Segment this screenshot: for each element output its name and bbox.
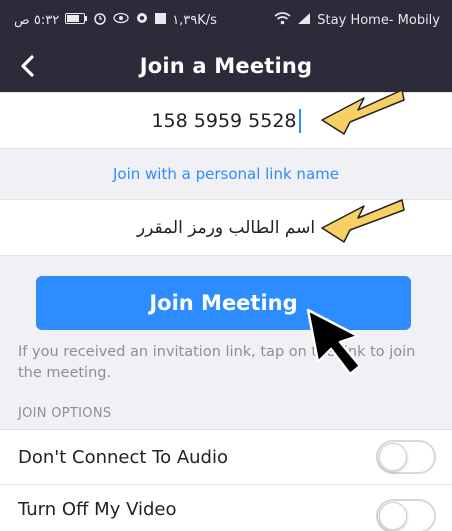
join-options-label: JOIN OPTIONS xyxy=(18,406,112,421)
invitation-hint: If you received an invitation link, tap … xyxy=(18,344,416,381)
back-button[interactable] xyxy=(10,48,44,84)
name-value: اسم الطالب ورمز المقرر xyxy=(136,217,316,238)
name-input[interactable]: اسم الطالب ورمز المقرر xyxy=(0,199,452,256)
meeting-id-value: 158 5959 5528 xyxy=(151,109,297,132)
eye-icon xyxy=(113,12,129,28)
personal-link-button[interactable]: Join with a personal link name xyxy=(0,149,452,199)
option-label-video: Turn Off My Video xyxy=(18,499,177,520)
nav-bar: Join a Meeting xyxy=(0,40,452,92)
option-row-video: Turn Off My Video xyxy=(0,485,452,531)
meeting-id-input[interactable]: 158 5959 5528 xyxy=(0,92,452,149)
page-title: Join a Meeting xyxy=(139,54,313,78)
status-left: ٥:٣٢ ص ١,٣٩K/s xyxy=(14,11,217,29)
status-right: Stay Home- Mobily xyxy=(274,11,440,29)
toggle-video[interactable] xyxy=(376,499,436,531)
chevron-left-icon xyxy=(21,55,34,77)
text-cursor xyxy=(298,108,301,133)
status-carrier: Stay Home- Mobily xyxy=(317,12,440,28)
status-time: ٥:٣٢ ص xyxy=(14,12,60,28)
stop-icon xyxy=(155,12,167,28)
gear-icon xyxy=(135,11,149,29)
signal-icon xyxy=(297,12,311,29)
status-speed: ١,٣٩K/s xyxy=(172,12,217,28)
toggle-knob xyxy=(379,443,407,471)
status-bar: ٥:٣٢ ص ١,٣٩K/s Stay Home- Mobily xyxy=(0,0,452,40)
option-label-audio: Don't Connect To Audio xyxy=(18,446,228,468)
join-meeting-button[interactable]: Join Meeting xyxy=(36,276,411,330)
alarm-icon xyxy=(93,11,107,29)
toggle-knob xyxy=(379,502,407,530)
wifi-icon xyxy=(274,11,291,29)
toggle-audio[interactable] xyxy=(376,440,436,474)
option-row-audio: Don't Connect To Audio xyxy=(0,429,452,485)
battery-icon xyxy=(65,12,88,28)
